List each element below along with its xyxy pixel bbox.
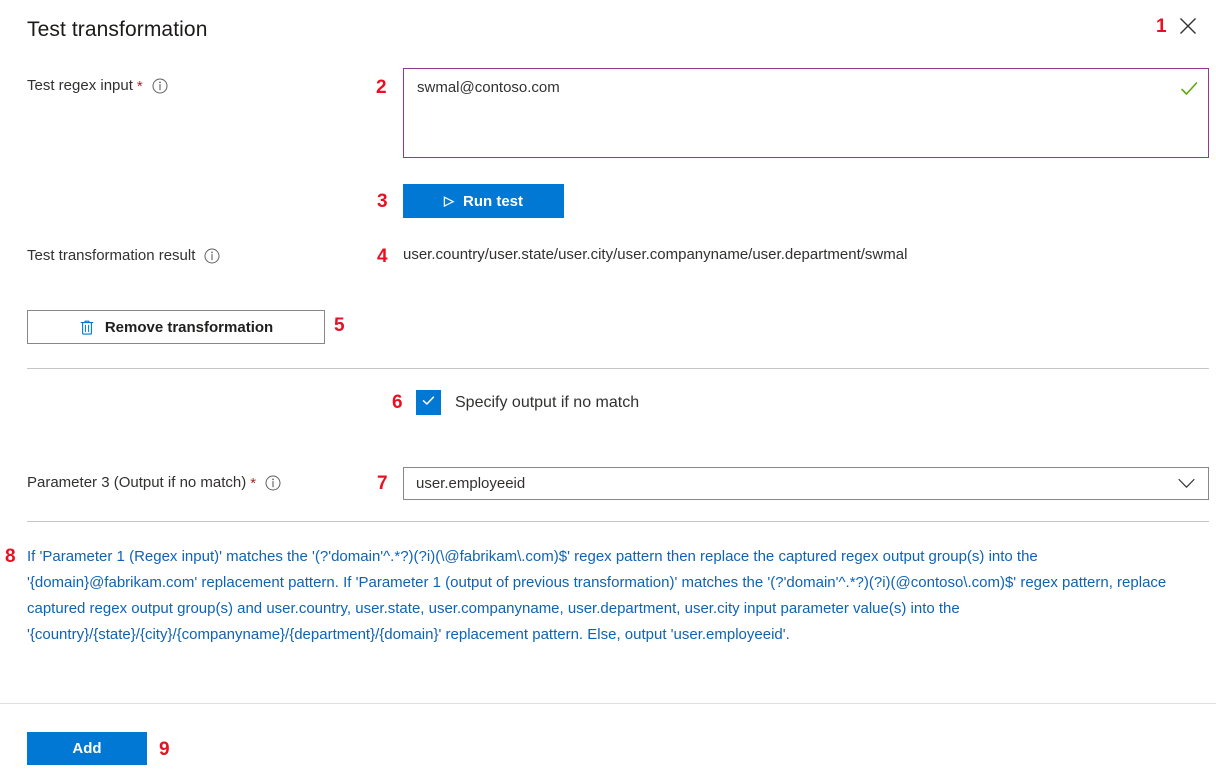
checkmark-icon — [421, 393, 436, 413]
divider — [0, 703, 1216, 704]
required-asterisk: * — [137, 79, 143, 94]
info-icon[interactable] — [265, 475, 281, 491]
run-test-button[interactable]: ▷ Run test — [403, 184, 564, 218]
callout-1: 1 — [1156, 17, 1167, 36]
play-icon: ▷ — [444, 194, 454, 207]
callout-9: 9 — [159, 740, 170, 759]
checkmark-icon — [1179, 79, 1199, 99]
specify-output-checkbox[interactable] — [416, 390, 441, 415]
divider — [27, 368, 1209, 369]
test-transformation-panel: Test transformation 1 Test regex input *… — [0, 0, 1216, 781]
close-icon — [1179, 17, 1197, 35]
remove-transformation-button[interactable]: Remove transformation — [27, 310, 325, 344]
test-regex-input-label-text: Test regex input — [27, 77, 133, 94]
test-transformation-result-label-text: Test transformation result — [27, 247, 195, 264]
required-asterisk: * — [250, 476, 256, 491]
transformation-description: If 'Parameter 1 (Regex input)' matches t… — [27, 544, 1195, 648]
specify-output-checkbox-row[interactable]: Specify output if no match — [416, 390, 639, 415]
test-transformation-result-value: user.country/user.state/user.city/user.c… — [403, 246, 907, 263]
test-regex-input[interactable] — [417, 78, 1157, 138]
trash-icon — [79, 319, 95, 336]
info-icon[interactable] — [152, 78, 168, 94]
callout-5: 5 — [334, 316, 345, 335]
add-button-label: Add — [72, 740, 101, 757]
test-regex-input-label: Test regex input * — [27, 77, 168, 94]
close-button[interactable] — [1170, 8, 1206, 44]
divider — [27, 521, 1209, 522]
callout-6: 6 — [392, 393, 403, 412]
specify-output-checkbox-label: Specify output if no match — [455, 394, 639, 412]
test-transformation-result-label: Test transformation result — [27, 247, 220, 264]
chevron-down-icon[interactable] — [1178, 478, 1195, 489]
page-title: Test transformation — [27, 18, 207, 42]
test-regex-input-field[interactable] — [403, 68, 1209, 158]
callout-2: 2 — [376, 78, 387, 97]
parameter3-selected-value: user.employeeid — [404, 475, 1178, 492]
callout-4: 4 — [377, 247, 388, 266]
parameter3-label-text: Parameter 3 (Output if no match) — [27, 474, 246, 491]
run-test-label: Run test — [463, 193, 523, 210]
parameter3-dropdown[interactable]: user.employeeid — [403, 467, 1209, 500]
callout-7: 7 — [377, 474, 388, 493]
parameter3-label: Parameter 3 (Output if no match) * — [27, 474, 281, 491]
add-button[interactable]: Add — [27, 732, 147, 765]
callout-8: 8 — [5, 547, 16, 566]
callout-3: 3 — [377, 192, 388, 211]
remove-transformation-label: Remove transformation — [105, 319, 273, 336]
info-icon[interactable] — [204, 248, 220, 264]
